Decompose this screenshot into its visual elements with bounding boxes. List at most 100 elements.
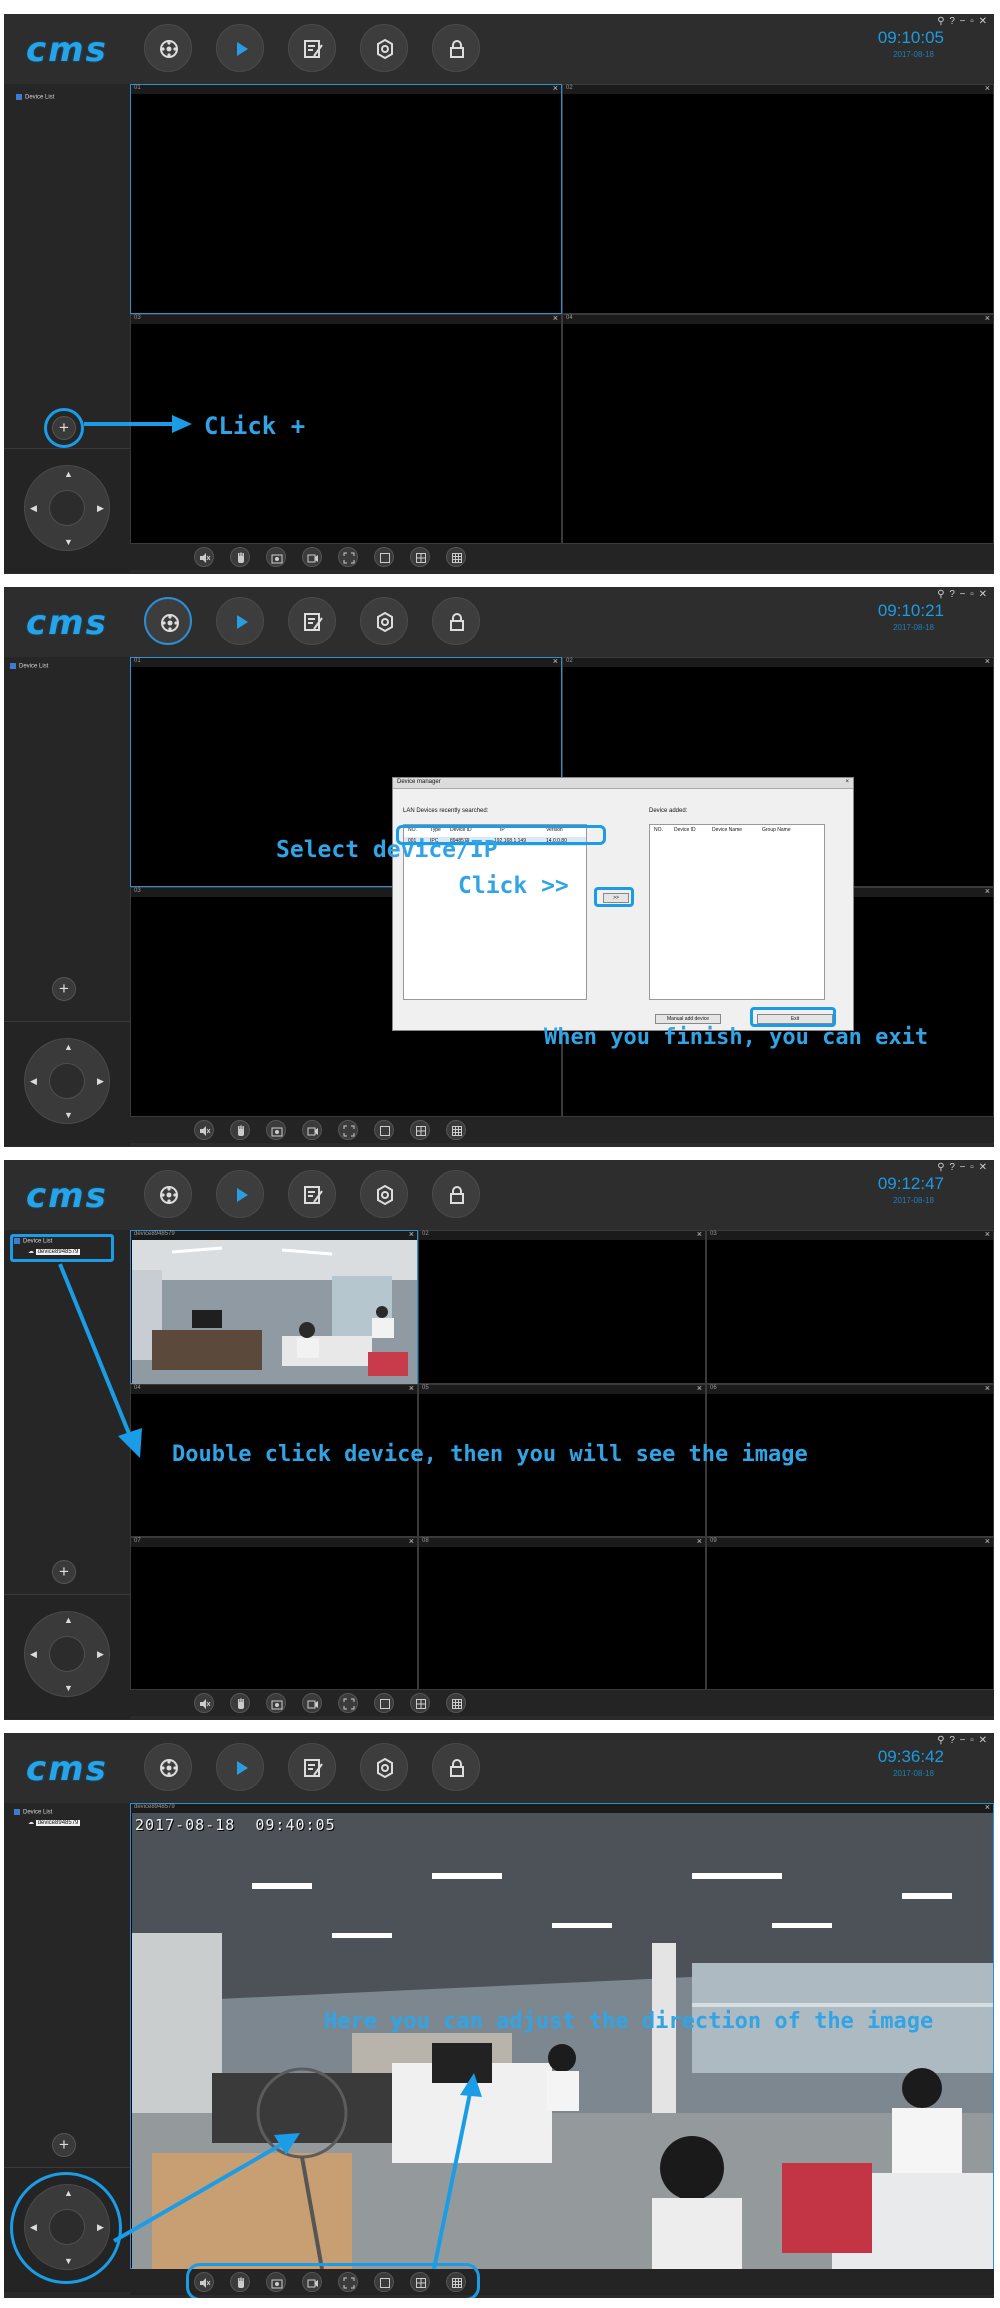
- playback-button[interactable]: [216, 1170, 264, 1218]
- hand-button[interactable]: [230, 547, 250, 567]
- record-button[interactable]: [302, 1693, 322, 1713]
- close-icon[interactable]: ×: [985, 1536, 990, 1546]
- ptz-left-icon[interactable]: ◀: [30, 1650, 37, 1659]
- video-cell[interactable]: 09 ×: [706, 1536, 994, 1690]
- device-manager-button[interactable]: [144, 1170, 192, 1218]
- device-list-root[interactable]: Device List: [10, 663, 48, 670]
- snapshot-button[interactable]: [266, 547, 286, 567]
- close-icon[interactable]: ×: [985, 1383, 990, 1393]
- window-controls[interactable]: ⚲ ? − ▫ ✕: [937, 589, 988, 600]
- device-tree-item[interactable]: ☁ device8948579: [28, 1819, 81, 1826]
- ptz-right-icon[interactable]: ▶: [97, 1077, 104, 1086]
- quad-view-button[interactable]: [410, 547, 430, 567]
- video-cell[interactable]: 03 ×: [130, 313, 562, 544]
- mute-button[interactable]: [194, 1693, 214, 1713]
- device-list-root[interactable]: Device List: [16, 94, 54, 101]
- snapshot-button[interactable]: [266, 1693, 286, 1713]
- nine-view-button[interactable]: [446, 1693, 466, 1713]
- hand-button[interactable]: [230, 1693, 250, 1713]
- ptz-up-icon[interactable]: ▲: [64, 1616, 73, 1625]
- ptz-joystick[interactable]: ▲ ▼ ◀ ▶: [24, 465, 110, 551]
- nine-view-button[interactable]: [446, 1120, 466, 1140]
- device-list-root[interactable]: Device List: [14, 1809, 52, 1816]
- single-view-button[interactable]: [374, 1120, 394, 1140]
- ptz-right-icon[interactable]: ▶: [97, 1650, 104, 1659]
- device-manager-button[interactable]: [144, 597, 192, 645]
- nine-view-button[interactable]: [446, 547, 466, 567]
- ptz-right-icon[interactable]: ▶: [97, 504, 104, 513]
- fullscreen-button[interactable]: [338, 1693, 358, 1713]
- window-controls[interactable]: ⚲ ? − ▫ ✕: [937, 1735, 988, 1746]
- playback-button[interactable]: [216, 1743, 264, 1791]
- close-icon[interactable]: ×: [985, 656, 990, 666]
- add-device-button[interactable]: +: [52, 1560, 76, 1584]
- ptz-left-icon[interactable]: ◀: [30, 504, 37, 513]
- mute-button[interactable]: [194, 1120, 214, 1140]
- fullscreen-button[interactable]: [338, 1120, 358, 1140]
- close-icon[interactable]: ×: [553, 656, 558, 666]
- video-cell[interactable]: 02 ×: [418, 1229, 706, 1384]
- settings-button[interactable]: [360, 1170, 408, 1218]
- record-button[interactable]: [302, 1120, 322, 1140]
- device-manager-button[interactable]: [144, 1743, 192, 1791]
- close-icon[interactable]: ×: [985, 313, 990, 323]
- settings-button[interactable]: [360, 597, 408, 645]
- close-icon[interactable]: ×: [985, 83, 990, 93]
- quad-view-button[interactable]: [410, 1693, 430, 1713]
- video-cell[interactable]: 04 ×: [562, 313, 994, 544]
- playback-button[interactable]: [216, 597, 264, 645]
- close-icon[interactable]: ×: [697, 1536, 702, 1546]
- lock-button[interactable]: [432, 24, 480, 72]
- close-icon[interactable]: ×: [985, 886, 990, 896]
- close-icon[interactable]: ×: [697, 1383, 702, 1393]
- close-icon[interactable]: ×: [409, 1383, 414, 1393]
- config-button[interactable]: [288, 1170, 336, 1218]
- single-view-button[interactable]: [374, 547, 394, 567]
- settings-button[interactable]: [360, 24, 408, 72]
- video-cell[interactable]: 01 ×: [130, 83, 562, 314]
- close-icon[interactable]: ×: [553, 313, 558, 323]
- playback-button[interactable]: [216, 24, 264, 72]
- manual-add-device-button[interactable]: Manual add device: [655, 1014, 721, 1024]
- video-cell[interactable]: 02 ×: [562, 83, 994, 314]
- dialog-close-icon[interactable]: ×: [845, 779, 849, 785]
- config-button[interactable]: [288, 1743, 336, 1791]
- ptz-center[interactable]: [49, 490, 85, 526]
- window-controls[interactable]: ⚲ ? − ▫ ✕: [937, 1162, 988, 1173]
- ptz-left-icon[interactable]: ◀: [30, 1077, 37, 1086]
- quad-view-button[interactable]: [410, 1120, 430, 1140]
- record-button[interactable]: [302, 547, 322, 567]
- window-controls[interactable]: ⚲ ? − ▫ ✕: [937, 16, 988, 27]
- close-icon[interactable]: ×: [697, 1229, 702, 1239]
- close-icon[interactable]: ×: [553, 83, 558, 93]
- ptz-down-icon[interactable]: ▼: [64, 538, 73, 547]
- hand-button[interactable]: [230, 1120, 250, 1140]
- config-button[interactable]: [288, 24, 336, 72]
- config-button[interactable]: [288, 597, 336, 645]
- ptz-joystick[interactable]: ▲ ▼ ◀ ▶: [24, 1611, 110, 1697]
- close-icon[interactable]: ×: [409, 1536, 414, 1546]
- video-cell[interactable]: 03 ×: [706, 1229, 994, 1384]
- ptz-up-icon[interactable]: ▲: [64, 1043, 73, 1052]
- video-cell[interactable]: 08 ×: [418, 1536, 706, 1690]
- fullscreen-button[interactable]: [338, 547, 358, 567]
- ptz-down-icon[interactable]: ▼: [64, 1111, 73, 1120]
- ptz-down-icon[interactable]: ▼: [64, 1684, 73, 1693]
- lock-button[interactable]: [432, 1743, 480, 1791]
- video-cell[interactable]: device8948579 ×: [130, 1229, 418, 1384]
- ptz-up-icon[interactable]: ▲: [64, 470, 73, 479]
- close-icon[interactable]: ×: [985, 1802, 990, 1812]
- ptz-center[interactable]: [49, 1636, 85, 1672]
- close-icon[interactable]: ×: [409, 1229, 414, 1239]
- video-cell[interactable]: 07 ×: [130, 1536, 418, 1690]
- add-device-button[interactable]: +: [52, 977, 76, 1001]
- close-icon[interactable]: ×: [985, 1229, 990, 1239]
- device-manager-button[interactable]: [144, 24, 192, 72]
- single-view-button[interactable]: [374, 1693, 394, 1713]
- ptz-center[interactable]: [49, 1063, 85, 1099]
- add-device-button[interactable]: +: [52, 2133, 76, 2157]
- mute-button[interactable]: [194, 547, 214, 567]
- snapshot-button[interactable]: [266, 1120, 286, 1140]
- settings-button[interactable]: [360, 1743, 408, 1791]
- ptz-joystick[interactable]: ▲ ▼ ◀ ▶: [24, 1038, 110, 1124]
